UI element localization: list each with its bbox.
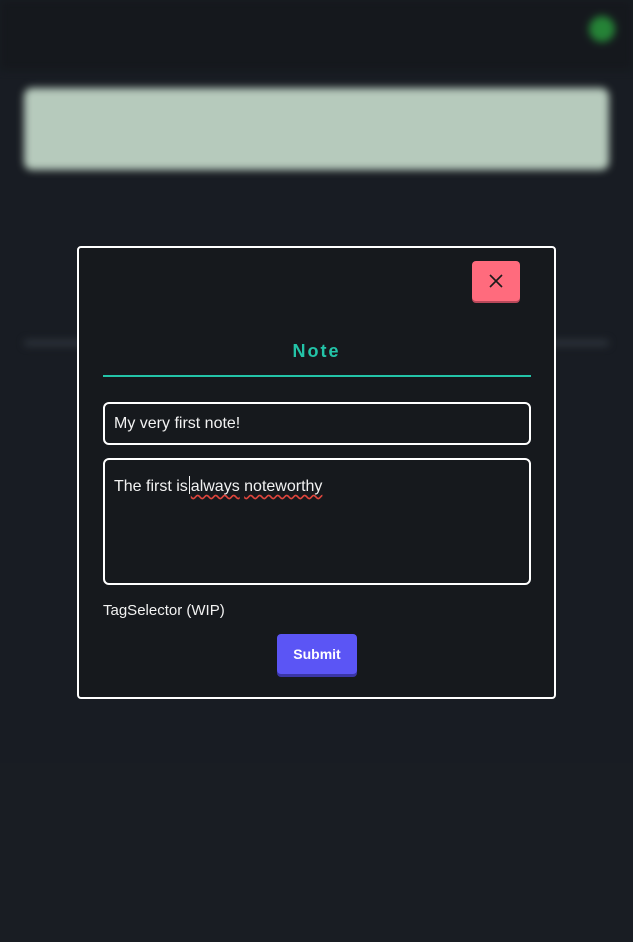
- note-modal: Note My very first note! The first is alw…: [77, 246, 556, 699]
- close-button[interactable]: [472, 261, 520, 301]
- modal-title: Note: [292, 341, 341, 361]
- title-underline: [103, 375, 531, 377]
- tag-selector[interactable]: TagSelector (WIP): [103, 602, 225, 619]
- misspelled-word: noteworthy: [244, 478, 323, 495]
- note-title-value: My very first note!: [114, 414, 241, 432]
- note-title-input[interactable]: My very first note!: [103, 402, 531, 445]
- note-body-textarea[interactable]: The first is always noteworthy: [103, 458, 531, 585]
- text-caret: [188, 476, 190, 494]
- submit-button[interactable]: Submit: [277, 634, 357, 674]
- close-icon: [489, 274, 503, 288]
- misspelled-word: always: [190, 478, 240, 495]
- note-body-text: The first is: [114, 478, 188, 495]
